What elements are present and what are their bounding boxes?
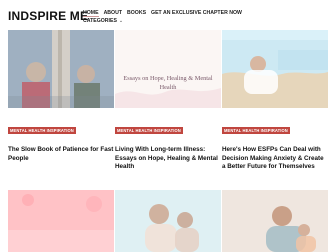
post-thumbnail-art <box>115 88 221 108</box>
post-title[interactable]: The Slow Book of Patience for Fast Peopl… <box>8 146 114 163</box>
nav-exclusive-chapter[interactable]: GET AN EXCLUSIVE CHAPTER NOW <box>151 10 242 17</box>
post-thumbnail[interactable] <box>8 190 114 252</box>
post-thumbnail-art <box>8 30 114 108</box>
site-header: INDSPIRE ME HOME ABOUT BOOKS GET AN EXCL… <box>0 0 336 30</box>
post-title[interactable]: Here's How ESFPs Can Deal with Decision … <box>222 146 328 172</box>
post-thumbnail-art <box>222 30 328 108</box>
chevron-down-icon[interactable]: ⌄ <box>119 18 123 24</box>
post-thumbnail-art <box>8 190 114 252</box>
post-thumbnail[interactable] <box>222 190 328 252</box>
categories-menu[interactable]: CATEGORIES ⌄ <box>83 18 123 24</box>
post-thumbnail[interactable]: Essays on Hope, Healing & Mental Health <box>115 30 221 108</box>
nav-categories[interactable]: CATEGORIES <box>83 18 117 24</box>
nav-about[interactable]: ABOUT <box>104 10 122 17</box>
nav-books[interactable]: BOOKS <box>127 10 146 17</box>
primary-nav: HOME ABOUT BOOKS GET AN EXCLUSIVE CHAPTE… <box>83 10 242 17</box>
post-thumbnail[interactable] <box>8 30 114 108</box>
post-thumbnail-art <box>115 190 221 252</box>
nav-home[interactable]: HOME <box>83 10 99 17</box>
post-thumbnail[interactable] <box>222 30 328 108</box>
site-logo[interactable]: INDSPIRE ME <box>8 9 88 23</box>
category-badge[interactable]: MENTAL HEALTH INSPIRATION <box>8 127 76 134</box>
category-badge[interactable]: MENTAL HEALTH INSPIRATION <box>222 127 290 134</box>
post-title[interactable]: Living With Long-term Illness: Essays on… <box>115 146 221 172</box>
post-thumbnail-art <box>222 190 328 252</box>
post-thumbnail[interactable] <box>115 190 221 252</box>
category-badge[interactable]: MENTAL HEALTH INSPIRATION <box>115 127 183 134</box>
